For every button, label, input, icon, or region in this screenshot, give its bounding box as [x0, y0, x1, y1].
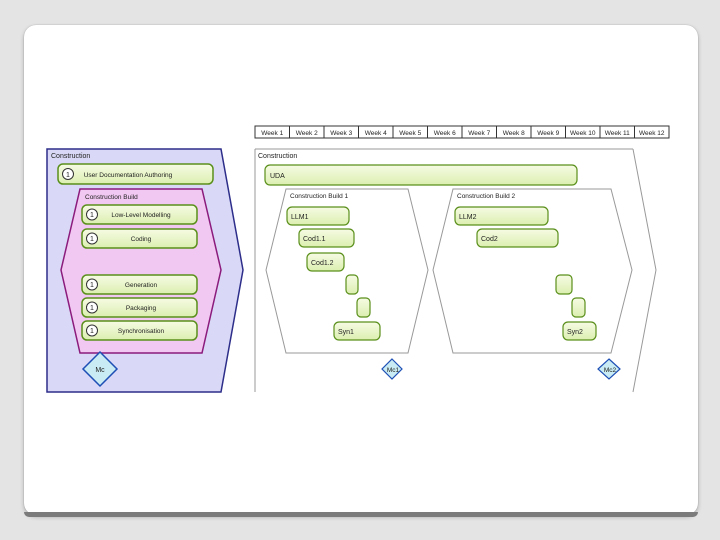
activity-label: Coding — [131, 236, 152, 243]
gantt-bar-uda[interactable]: UDA — [264, 164, 578, 186]
gantt-bar-cod1-1[interactable]: Cod1.1 — [298, 228, 355, 248]
week-label: Week 4 — [365, 130, 387, 137]
activity-badge: 1 — [90, 282, 94, 289]
gantt-bar-packaging1[interactable] — [356, 297, 371, 318]
gantt-bar-generation1[interactable] — [345, 274, 359, 295]
milestone-label: Mc1 — [387, 367, 400, 374]
gantt-bar-llm2[interactable]: LLM2 — [454, 206, 549, 226]
gantt-bar-label: Cod1.2 — [311, 260, 334, 267]
activity-badge: 1 — [90, 212, 94, 219]
gantt-bar-label: Cod2 — [481, 236, 498, 243]
process-diagram: Construction 1 User Documentation Author… — [46, 125, 670, 393]
gantt-bar-label: UDA — [270, 173, 285, 180]
activity-generation[interactable]: 1 Generation — [81, 274, 198, 295]
activity-badge: 1 — [90, 305, 94, 312]
milestone-mc2[interactable]: Mc2 — [597, 358, 621, 380]
activity-badge: 1 — [90, 236, 94, 243]
gantt-phase-title: Construction — [258, 153, 297, 160]
week-label: Week 8 — [503, 130, 525, 137]
gantt-bar-label: Syn1 — [338, 329, 354, 336]
gantt-bar-label: Cod1.1 — [303, 236, 326, 243]
gantt-bar-packaging2[interactable] — [571, 297, 586, 318]
activity-badge: 1 — [90, 328, 94, 335]
activity-packaging[interactable]: 1 Packaging — [81, 297, 198, 318]
gantt-bar-label: LLM2 — [459, 214, 477, 221]
activity-badge: 1 — [66, 172, 70, 179]
gantt-build2-title: Construction Build 2 — [457, 193, 516, 200]
week-label: Week 9 — [537, 130, 559, 137]
activity-label: Packaging — [126, 305, 157, 312]
build-title: Construction Build — [85, 194, 138, 201]
gantt-bar-cod2[interactable]: Cod2 — [476, 228, 559, 248]
gantt-bar-generation2[interactable] — [555, 274, 573, 295]
week-label: Week 12 — [639, 130, 665, 137]
week-label: Week 6 — [434, 130, 456, 137]
activity-low-level-modelling[interactable]: 1 Low-Level Modelling — [81, 204, 198, 225]
week-label: Week 3 — [330, 130, 352, 137]
activity-label: Low-Level Modelling — [111, 212, 171, 219]
week-label: Week 5 — [399, 130, 421, 137]
gantt-bar-llm1[interactable]: LLM1 — [286, 206, 350, 226]
week-label: Week 1 — [261, 130, 283, 137]
phase-title: Construction — [51, 153, 90, 160]
week-label: Week 10 — [570, 130, 596, 137]
gantt-build1-title: Construction Build 1 — [290, 193, 349, 200]
gantt-bar-label: Syn2 — [567, 329, 583, 336]
activity-label: Generation — [125, 282, 158, 289]
milestone-mc1[interactable]: Mc1 — [381, 358, 403, 380]
activity-user-documentation[interactable]: 1 User Documentation Authoring — [57, 163, 214, 185]
gantt-bar-label: LLM1 — [291, 214, 309, 221]
milestone-label: Mc — [95, 367, 105, 374]
activity-coding[interactable]: 1 Coding — [81, 228, 198, 249]
gantt-bar-cod1-2[interactable]: Cod1.2 — [306, 252, 345, 272]
week-label: Week 7 — [468, 130, 490, 137]
week-label: Week 11 — [605, 130, 630, 137]
milestone-label: Mc2 — [604, 367, 617, 374]
activity-label: User Documentation Authoring — [84, 172, 173, 179]
activity-synchronisation[interactable]: 1 Synchronisation — [81, 320, 198, 341]
week-header: Week 1 Week 2 Week 3 Week 4 Week 5 Week 6 Week… — [254, 125, 670, 139]
week-label: Week 2 — [296, 130, 318, 137]
activity-label: Synchronisation — [118, 328, 165, 335]
gantt-bar-syn2[interactable]: Syn2 — [562, 321, 597, 341]
gantt-bar-syn1[interactable]: Syn1 — [333, 321, 381, 341]
